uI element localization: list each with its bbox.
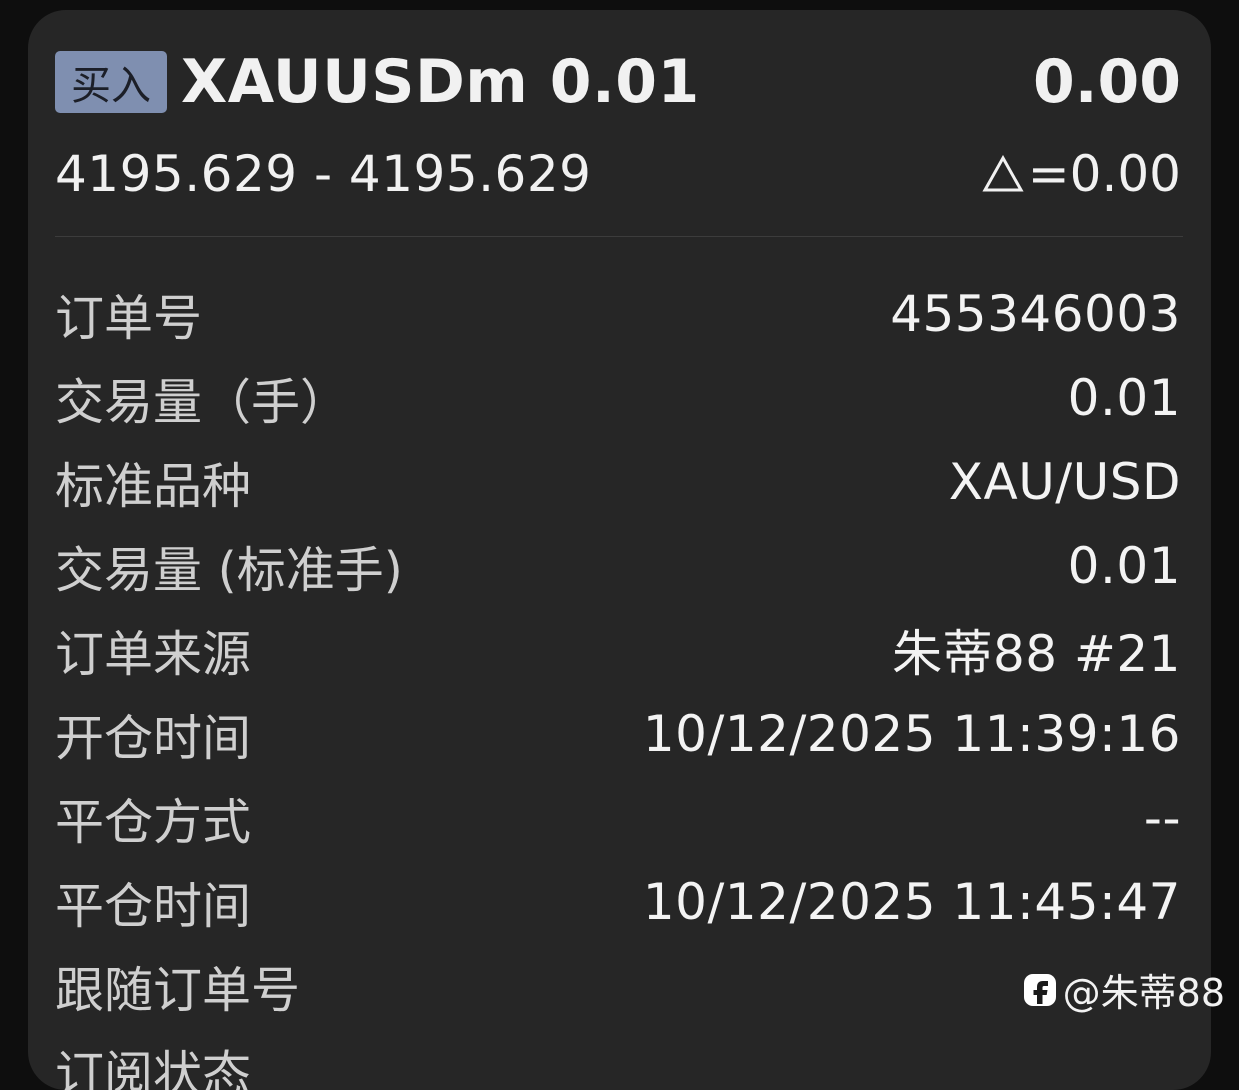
detail-label: 开仓时间	[55, 699, 251, 770]
detail-list: 订单号 455346003 交易量（手） 0.01 标准品种 XAU/USD 交…	[55, 272, 1181, 1090]
detail-value: --	[1144, 789, 1181, 847]
detail-row-close-time: 平仓时间 10/12/2025 11:45:47	[55, 860, 1181, 944]
detail-label: 平仓时间	[55, 867, 251, 938]
watermark: @朱蒂88	[1023, 962, 1225, 1017]
detail-row-standard-symbol: 标准品种 XAU/USD	[55, 440, 1181, 524]
detail-label: 订阅状态	[55, 1035, 251, 1090]
detail-value: 0.01	[1068, 369, 1181, 427]
detail-row-order-source: 订单来源 朱蒂88 #21	[55, 608, 1181, 692]
detail-value: 0.01	[1068, 537, 1181, 595]
price-row: 4195.629 - 4195.629 =0.00	[55, 144, 1181, 204]
symbol-volume: XAUUSDm 0.01	[181, 47, 700, 117]
delta-value: =0.00	[1028, 145, 1181, 203]
detail-row-follow-order: 跟随订单号	[55, 944, 1181, 1028]
detail-row-open-time: 开仓时间 10/12/2025 11:39:16	[55, 692, 1181, 776]
watermark-text: @朱蒂88	[1063, 962, 1225, 1017]
detail-value: 10/12/2025 11:39:16	[643, 705, 1181, 763]
detail-label: 跟随订单号	[55, 951, 300, 1022]
triangle-icon	[982, 155, 1024, 193]
detail-row-volume-lots: 交易量（手） 0.01	[55, 356, 1181, 440]
buy-badge: 买入	[55, 51, 167, 113]
detail-value: XAU/USD	[949, 453, 1181, 511]
profit-value: 0.00	[1033, 47, 1181, 117]
brand-logo-icon	[1023, 973, 1057, 1007]
price-range: 4195.629 - 4195.629	[55, 145, 591, 203]
detail-label: 交易量（手）	[55, 363, 349, 434]
order-title-group: 买入 XAUUSDm 0.01	[55, 47, 700, 117]
detail-label: 平仓方式	[55, 783, 251, 854]
detail-value: 朱蒂88 #21	[892, 614, 1181, 686]
detail-value: 455346003	[890, 285, 1181, 343]
divider	[55, 236, 1183, 237]
order-detail-card: 买入 XAUUSDm 0.01 0.00 4195.629 - 4195.629…	[28, 10, 1211, 1090]
detail-label: 订单来源	[55, 615, 251, 686]
order-header: 买入 XAUUSDm 0.01 0.00	[55, 46, 1181, 118]
delta-display: =0.00	[982, 145, 1181, 203]
detail-row-order-number: 订单号 455346003	[55, 272, 1181, 356]
detail-row-standard-volume: 交易量 (标准手) 0.01	[55, 524, 1181, 608]
detail-value: 10/12/2025 11:45:47	[643, 873, 1181, 931]
detail-row-close-method: 平仓方式 --	[55, 776, 1181, 860]
detail-label: 标准品种	[55, 447, 251, 518]
detail-label: 订单号	[55, 279, 202, 350]
detail-row-subscription-status: 订阅状态	[55, 1028, 1181, 1090]
detail-label: 交易量 (标准手)	[55, 531, 403, 602]
